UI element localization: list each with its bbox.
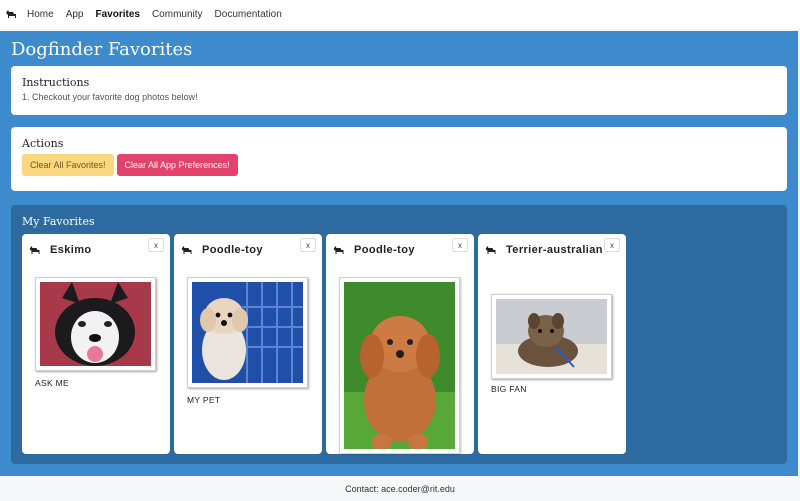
- favorite-card: Poodle-toy x: [326, 234, 474, 454]
- instructions-panel: Instructions 1. Checkout your favorite d…: [11, 66, 787, 115]
- nav-app[interactable]: App: [66, 9, 84, 20]
- nav-home[interactable]: Home: [27, 9, 54, 20]
- instruction-item: 1. Checkout your favorite dog photos bel…: [22, 92, 198, 102]
- dog-icon[interactable]: [5, 9, 17, 21]
- contact-text: Contact: ace.coder@rit.edu: [345, 483, 455, 494]
- favorite-card: Terrier-australian x BIG FAN: [478, 234, 626, 454]
- photo-caption: MY PET: [187, 395, 221, 405]
- nav-documentation[interactable]: Documentation: [215, 9, 282, 20]
- remove-favorite-button[interactable]: x: [604, 238, 620, 252]
- favorites-title: My Favorites: [22, 215, 95, 228]
- page-title: Dogfinder Favorites: [11, 39, 193, 60]
- dog-breed-name: Eskimo: [50, 244, 92, 256]
- dog-photo[interactable]: [187, 277, 308, 388]
- dog-icon: [484, 243, 497, 254]
- dog-photo[interactable]: [339, 277, 460, 453]
- dog-photo[interactable]: [491, 294, 612, 379]
- dog-breed-name: Poodle-toy: [354, 244, 415, 256]
- clear-favorites-button[interactable]: Clear All Favorites!: [22, 154, 114, 176]
- favorite-card: Eskimo x ASK ME: [22, 234, 170, 454]
- remove-favorite-button[interactable]: x: [300, 238, 316, 252]
- dog-photo[interactable]: [35, 277, 156, 371]
- remove-favorite-button[interactable]: x: [452, 238, 468, 252]
- dog-icon: [332, 243, 345, 254]
- footer: Contact: ace.coder@rit.edu: [0, 476, 800, 501]
- favorite-card: Poodle-toy x: [174, 234, 322, 454]
- instructions-title: Instructions: [22, 76, 90, 89]
- dog-icon: [180, 243, 193, 254]
- actions-title: Actions: [22, 137, 64, 150]
- remove-favorite-button[interactable]: x: [148, 238, 164, 252]
- favorites-panel: My Favorites Eskimo x ASK ME Poodle-toy …: [11, 205, 787, 464]
- nav-favorites[interactable]: Favorites: [95, 9, 139, 20]
- photo-caption: BIG FAN: [491, 384, 527, 394]
- dog-icon: [28, 243, 41, 254]
- actions-panel: Actions Clear All Favorites! Clear All A…: [11, 127, 787, 191]
- main-content: Dogfinder Favorites Instructions 1. Chec…: [0, 31, 798, 476]
- dog-breed-name: Poodle-toy: [202, 244, 263, 256]
- clear-preferences-button[interactable]: Clear All App Preferences!: [116, 154, 238, 176]
- photo-caption: ASK ME: [35, 378, 69, 388]
- dog-breed-name: Terrier-australian: [506, 244, 603, 256]
- nav-community[interactable]: Community: [152, 9, 203, 20]
- navbar: Home App Favorites Community Documentati…: [0, 0, 800, 29]
